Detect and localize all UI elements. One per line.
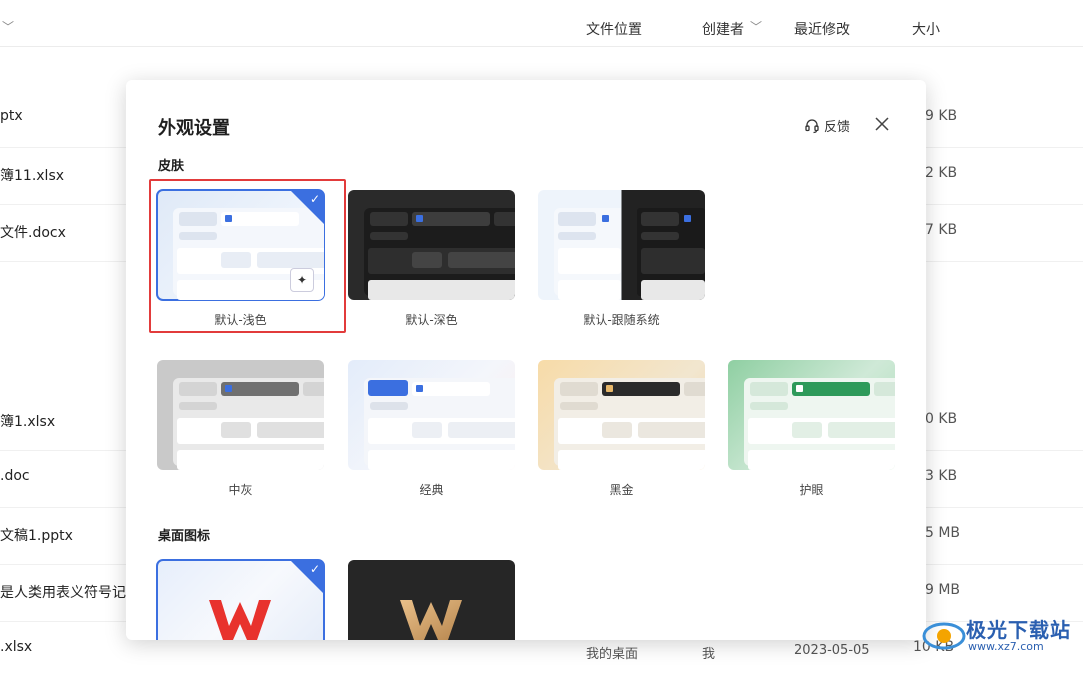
skin-label: 护眼 (799, 483, 824, 497)
file-size: 9 KB (925, 108, 958, 124)
file-list-header: ﹀ 文件位置 创建者 ﹀ 最近修改 大小 (0, 0, 1083, 47)
desktop-icon-section-label: 桌面图标 (158, 529, 211, 544)
desktop-icon-tile-red[interactable]: ✓ (156, 559, 325, 640)
headset-icon (805, 118, 819, 133)
file-name: 文件.docx (0, 225, 66, 241)
file-name: 簿11.xlsx (0, 168, 65, 184)
column-location[interactable]: 文件位置 (586, 19, 642, 39)
wps-gold-icon (400, 600, 462, 640)
desktop-icon-tile-gold[interactable] (348, 560, 515, 640)
skin-label: 默认-跟随系统 (583, 313, 660, 327)
skin-label: 中灰 (228, 483, 253, 497)
file-modified: 2023-05-05 (794, 643, 870, 658)
skin-tile-medium-gray[interactable] (157, 360, 324, 470)
column-modified[interactable]: 最近修改 (794, 19, 850, 39)
watermark-url: www.xz7.com (968, 640, 1044, 653)
file-size: 2 KB (925, 165, 958, 181)
skin-label: 默认-深色 (405, 313, 458, 327)
check-icon: ✓ (309, 192, 320, 206)
creator-chevron-icon[interactable]: ﹀ (750, 18, 762, 35)
dialog-title: 外观设置 (158, 118, 230, 139)
sort-chevron-icon[interactable]: ﹀ (2, 18, 14, 35)
magic-wand-icon[interactable]: ✦ (290, 268, 314, 292)
skin-tile-black-gold[interactable] (538, 360, 705, 470)
file-creator: 我 (702, 647, 716, 662)
file-name: 文稿1.pptx (0, 528, 73, 544)
file-name: 是人类用表义符号记 (0, 585, 126, 601)
close-icon[interactable] (872, 114, 892, 134)
skin-tile-eye-care[interactable] (728, 360, 895, 470)
watermark-text: 极光下载站 (966, 618, 1071, 642)
file-size: 3 KB (925, 468, 958, 484)
feedback-label: 反馈 (824, 120, 851, 135)
appearance-settings-dialog: 外观设置 反馈 皮肤 ✓ ✦ 默认-浅色 默认-深色 默认-跟随系统 中灰 经典… (126, 80, 926, 640)
file-size: 5 MB (925, 525, 961, 541)
column-size[interactable]: 大小 (912, 19, 940, 39)
skin-section-label: 皮肤 (158, 159, 185, 174)
file-name: ptx (0, 108, 23, 124)
feedback-button[interactable]: 反馈 (804, 116, 850, 135)
file-size: 0 KB (925, 411, 958, 427)
skin-tile-classic[interactable] (348, 360, 515, 470)
file-size: 7 KB (925, 222, 958, 238)
skin-label: 经典 (419, 483, 444, 497)
skin-tile-default-light[interactable]: ✓ ✦ (156, 189, 325, 301)
skin-label: 默认-浅色 (214, 313, 267, 327)
file-size: 9 MB (925, 582, 961, 598)
skin-tile-default-dark[interactable] (348, 190, 515, 300)
file-name: .xlsx (0, 639, 33, 655)
skin-label: 黑金 (609, 483, 634, 497)
wps-red-icon (209, 600, 271, 640)
column-creator[interactable]: 创建者 (702, 19, 744, 39)
file-name: .doc (0, 468, 30, 484)
check-icon: ✓ (309, 562, 320, 576)
file-location: 我的桌面 (586, 647, 639, 662)
file-name: 簿1.xlsx (0, 414, 56, 430)
skin-tile-follow-system[interactable] (538, 190, 705, 300)
